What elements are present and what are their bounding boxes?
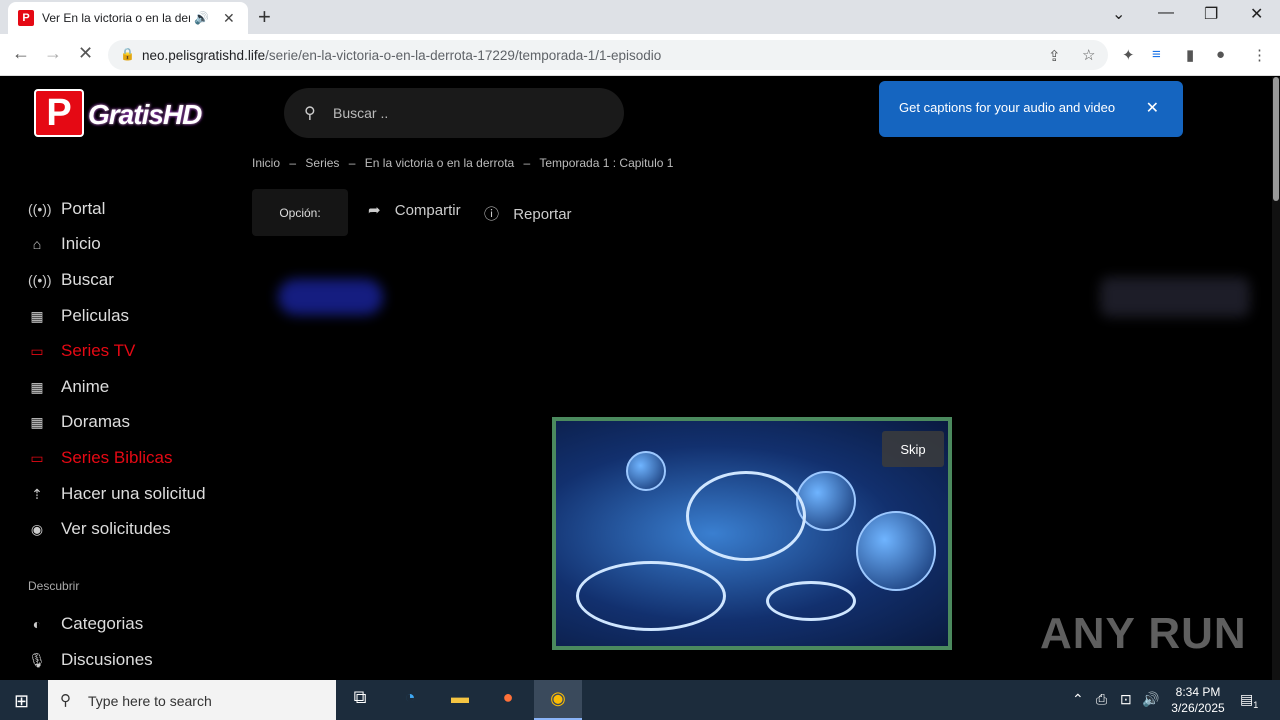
skip-button[interactable]: Skip [882,431,944,467]
breadcrumb-item: Temporada 1 : Capitulo 1 [539,156,674,170]
tab-search-icon[interactable]: ⌄ [1112,4,1125,24]
windows-taskbar: ⊞ ⚲ Type here to search ⧉ ◔ ▬ ● ◉ ⌃ ⎙ ⊡ … [0,680,1280,720]
breadcrumb-item[interactable]: En la victoria o en la derrota [365,156,514,170]
speaker-icon[interactable]: 🔊 [194,11,209,25]
stop-loading-button[interactable]: ✕ [78,43,93,64]
share-page-icon[interactable]: ⇪ [1048,47,1061,65]
sidebar-item-discusiones[interactable]: 🎙 Discusiones [28,650,153,670]
restore-button[interactable]: ❐ [1204,4,1218,24]
web-page: P GratisHD ⚲ Buscar .. Get captions for … [0,77,1280,680]
alert-icon: ⓘ [484,206,500,223]
ball-graphic [626,451,666,491]
racket-graphic [576,561,726,631]
microphone-icon: 🎙 [28,651,46,668]
disc-graphic [766,581,856,621]
sidebar-item-inicio[interactable]: ⌂ Inicio [28,234,101,254]
film-icon: ▦ [30,378,44,395]
captions-popup: Get captions for your audio and video ✕ [879,81,1183,137]
breadcrumb-item[interactable]: Series [305,156,339,170]
sidebar-item-ver-solicitudes[interactable]: ◉ Ver solicitudes [28,519,171,539]
sidebar-item-portal[interactable]: ((•)) Portal [28,199,105,219]
sidebar-item-series-biblicas[interactable]: ▭ Series Biblicas [28,448,172,468]
eye-icon: ◉ [30,520,44,537]
racket-graphic [686,471,806,561]
sidebar-item-buscar[interactable]: ((•)) Buscar [28,270,114,290]
sidebar-item-peliculas[interactable]: ▦ Peliculas [28,306,129,326]
tv-icon: ▭ [30,342,44,359]
taskbar-search-input[interactable]: ⚲ Type here to search [48,680,336,720]
search-icon: ⚲ [60,692,71,709]
bookmark-star-icon[interactable]: ☆ [1082,46,1095,64]
broadcast-icon: ((•)) [28,201,52,217]
minimize-button[interactable]: — [1158,4,1174,22]
lock-icon[interactable]: 🔒 [120,47,135,61]
share-button[interactable]: ➦ Compartir [368,201,461,219]
breadcrumb-item[interactable]: Inicio [252,156,280,170]
task-view-icon[interactable]: ⧉ [346,687,374,713]
taskbar-clock[interactable]: 8:34 PM 3/26/2025 [1168,684,1228,716]
browser-tab[interactable]: P Ver En la victoria o en la derr 🔊 ✕ [8,2,248,34]
sidebar-item-series-tv[interactable]: ▭ Series TV [28,341,135,361]
watermark: ANY RUN [1040,609,1247,658]
blurred-button [278,279,383,315]
file-explorer-icon[interactable]: ▬ [446,687,474,713]
close-window-button[interactable]: ✕ [1250,4,1263,24]
tv-icon: ▭ [30,449,44,466]
half-circle-icon: ◐ [32,616,42,632]
broadcast-icon: ((•)) [28,272,52,288]
tab-title: Ver En la victoria o en la derr [42,11,190,25]
browser-titlebar: P Ver En la victoria o en la derr 🔊 ✕ + … [0,0,1280,34]
sidebar-item-hacer-solicitud[interactable]: ⇡ Hacer una solicitud [28,484,205,504]
tab-close-icon[interactable]: ✕ [223,10,235,27]
report-button[interactable]: ⓘ Reportar [484,203,572,224]
new-tab-button[interactable]: + [258,4,271,30]
favicon: P [18,10,34,26]
firefox-icon[interactable]: ● [494,687,522,713]
blurred-element [1100,277,1250,317]
close-icon[interactable]: ✕ [1146,98,1159,118]
address-bar[interactable]: 🔒 neo.pelisgratishd.life/serie/en-la-vic… [108,40,1108,70]
share-icon: ➦ [368,202,381,219]
breadcrumb: Inicio – Series – En la victoria o en la… [252,156,674,170]
url-text: neo.pelisgratishd.life/serie/en-la-victo… [142,48,662,63]
site-logo[interactable]: P GratisHD [34,87,214,139]
option-button[interactable]: Opción: [252,189,348,236]
back-button[interactable]: ← [12,43,30,64]
sidebar-item-categorias[interactable]: ◐ Categorias [28,614,143,634]
notification-icon[interactable]: ▤1 [1240,691,1258,710]
profile-icon[interactable]: ● [1216,46,1225,63]
film-icon: ▦ [30,413,44,430]
search-icon: ⚲ [304,105,316,122]
edge-icon[interactable]: ◔ [396,687,424,713]
media-captions-icon[interactable]: ≡ [1152,46,1161,63]
volume-icon[interactable]: 🔊 [1142,691,1159,708]
scrollbar[interactable] [1272,77,1280,680]
network-icon[interactable]: ⊡ [1120,691,1132,708]
side-panel-icon[interactable]: ▮ [1186,46,1194,64]
film-icon: ▦ [30,307,44,324]
forward-button[interactable]: → [44,43,62,64]
sidebar-item-doramas[interactable]: ▦ Doramas [28,412,130,432]
scrollbar-thumb[interactable] [1273,77,1279,201]
browser-toolbar: ← → ✕ 🔒 neo.pelisgratishd.life/serie/en-… [0,34,1280,76]
search-input[interactable]: ⚲ Buscar .. [284,88,624,138]
windows-start-icon[interactable]: ⊞ [14,691,29,712]
tray-chevron-icon[interactable]: ⌃ [1072,691,1084,708]
home-icon: ⌂ [32,236,42,252]
ball-graphic [856,511,936,591]
sidebar-item-anime[interactable]: ▦ Anime [28,377,109,397]
chrome-icon[interactable]: ◉ [534,680,582,720]
section-title: Descubrir [28,579,80,593]
tray-app-icon[interactable]: ⎙ [1096,691,1107,708]
menu-icon[interactable]: ⋮ [1252,46,1267,64]
extensions-icon[interactable]: ✦ [1122,46,1135,64]
upload-icon: ⇡ [31,485,43,502]
